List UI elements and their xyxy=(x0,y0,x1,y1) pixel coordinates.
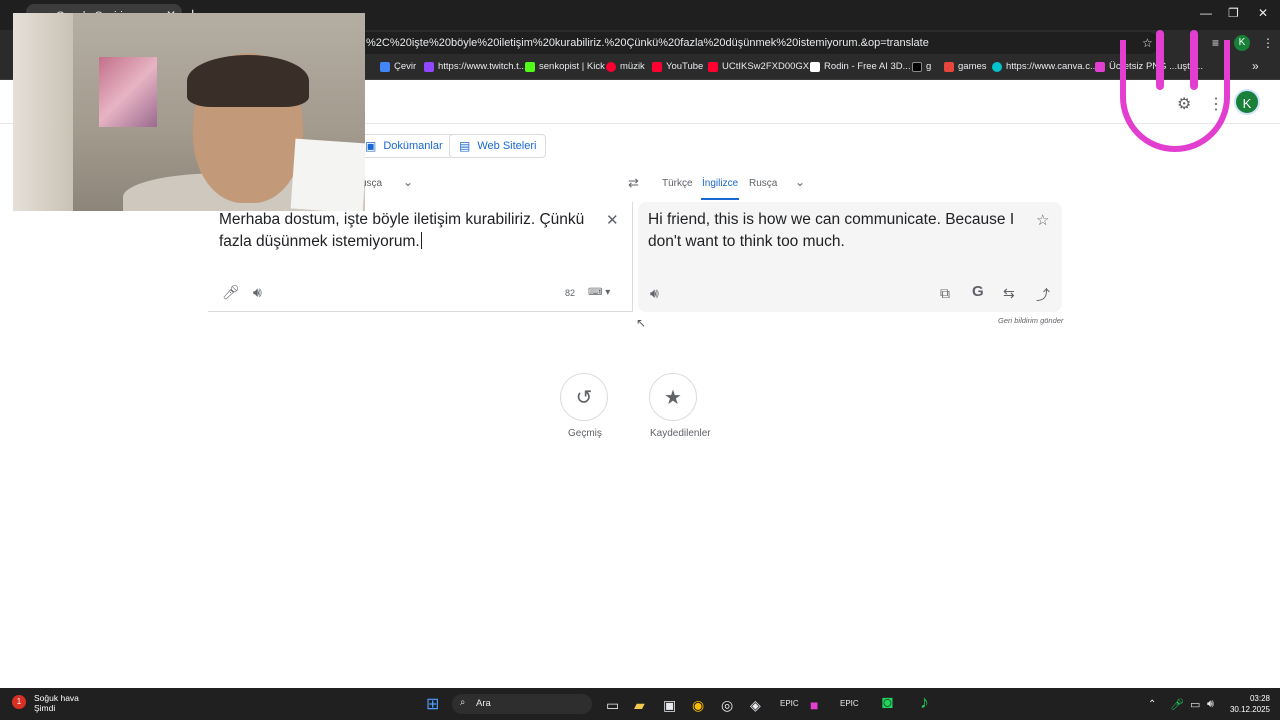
maximize-icon[interactable]: ❐ xyxy=(1228,6,1239,20)
weather-widget[interactable]: 1 Soğuk hava Şimdi xyxy=(12,693,79,713)
saved-label: Kaydedilenler xyxy=(650,428,711,439)
copy-icon[interactable]: ⧉ xyxy=(940,285,950,302)
search-icon: ⌕ xyxy=(460,697,466,708)
epic-games-icon[interactable]: EPIC xyxy=(840,699,859,708)
music-icon xyxy=(606,61,616,72)
tray-overflow-icon[interactable]: ⌃ xyxy=(1148,699,1156,710)
taskbar-clock[interactable]: 03:28 30.12.2025 xyxy=(1224,693,1270,715)
clock-time: 03:28 xyxy=(1249,694,1270,703)
webcam-painting xyxy=(99,57,157,127)
address-bar[interactable]: %2C%20işte%20böyle%20iletişim%20kurabili… xyxy=(330,32,1160,54)
kick-icon xyxy=(525,61,535,72)
microphone-icon[interactable]: 🎤︎ xyxy=(222,284,240,301)
text-cursor xyxy=(420,232,422,249)
source-text-input[interactable]: Merhaba dostum, işte böyle iletişim kura… xyxy=(219,209,589,253)
target-lang-english[interactable]: İngilizce xyxy=(702,178,738,189)
target-lang-russian[interactable]: Rusça xyxy=(749,178,777,189)
clock-date: 30.12.2025 xyxy=(1229,705,1270,714)
discord-icon[interactable]: ◎ xyxy=(721,697,733,714)
bookmark-item[interactable]: games xyxy=(944,61,987,72)
webcam-overlay xyxy=(13,13,365,211)
character-count: 82 xyxy=(565,288,576,298)
bookmark-item[interactable]: senkopist | Kick xyxy=(525,61,605,72)
windows-start-icon[interactable]: ⊞ xyxy=(426,694,439,714)
overlay-pink-arc xyxy=(1120,40,1230,152)
listen-source-icon[interactable]: 🔊︎ xyxy=(253,284,262,301)
keyboard-icon[interactable]: ⌨ ▾ xyxy=(588,287,610,298)
games-icon xyxy=(944,61,954,72)
webcam-person-hair xyxy=(187,55,309,107)
target-lang-turkish[interactable]: Türkçe xyxy=(662,178,693,189)
rate-translation-icon[interactable]: ⇆ xyxy=(1003,285,1015,302)
task-view-icon[interactable]: ▭ xyxy=(606,697,619,714)
steam-icon[interactable]: ◈ xyxy=(750,697,761,714)
epic-games-icon[interactable]: EPIC xyxy=(780,699,799,708)
browser-menu-icon[interactable]: ⋮ xyxy=(1262,36,1274,50)
save-translation-star-icon[interactable]: ☆ xyxy=(1036,211,1049,229)
document-icon: ▣ xyxy=(365,139,377,153)
source-lang-dropdown-icon[interactable]: ⌄ xyxy=(403,175,413,189)
clear-text-icon[interactable]: ✕ xyxy=(606,211,619,229)
webcam-paper xyxy=(290,138,365,211)
twitch-icon xyxy=(424,61,434,72)
bookmark-item[interactable]: müzik xyxy=(606,61,645,72)
minimize-icon[interactable]: — xyxy=(1200,6,1212,20)
weather-title: Soğuk hava xyxy=(34,693,79,703)
bookmarks-overflow-icon[interactable]: » xyxy=(1252,59,1259,73)
active-lang-indicator xyxy=(701,198,739,200)
store-icon[interactable]: ▣ xyxy=(663,697,676,714)
mouse-cursor-icon: ↖ xyxy=(636,316,647,330)
bookmark-item[interactable]: Rodin - Free AI 3D... xyxy=(810,61,911,72)
websites-button[interactable]: ▤ Web Siteleri xyxy=(449,134,547,158)
share-icon[interactable]: ⤴ xyxy=(1036,285,1050,305)
history-label: Geçmiş xyxy=(568,428,602,439)
youtube-icon xyxy=(652,61,662,72)
bookmark-item[interactable]: Çevir xyxy=(380,61,416,72)
bookmark-item[interactable]: YouTube xyxy=(652,61,703,72)
bookmark-item[interactable]: g xyxy=(912,61,931,72)
canva-icon xyxy=(992,61,1002,72)
rodin-icon xyxy=(810,61,820,72)
close-window-icon[interactable]: ✕ xyxy=(1258,6,1268,20)
documents-button[interactable]: ▣ Dokümanlar xyxy=(355,134,453,158)
bookmark-item[interactable]: UCtIKSw2FXD00GX... xyxy=(708,61,817,72)
translate-icon xyxy=(380,61,390,72)
account-avatar[interactable]: K xyxy=(1234,89,1260,115)
png-icon xyxy=(1095,61,1105,72)
chrome-icon[interactable]: ◉ xyxy=(692,697,704,714)
network-icon[interactable]: ▭ xyxy=(1190,698,1200,711)
instagram-icon: ◙ xyxy=(882,692,893,712)
send-feedback-link[interactable]: Geri bildirim gönder xyxy=(998,316,1063,325)
star-icon: ★ xyxy=(664,386,682,409)
microphone-tray-icon[interactable]: 🎤︎ xyxy=(1170,698,1184,711)
bookmark-item[interactable]: https://www.canva.c... xyxy=(992,61,1098,72)
target-lang-dropdown-icon[interactable]: ⌄ xyxy=(795,175,805,189)
taskbar-search[interactable]: ⌕ Ara xyxy=(452,694,592,714)
google-search-icon[interactable]: G xyxy=(972,283,984,300)
website-icon: ▤ xyxy=(459,139,471,153)
app-icon[interactable]: ■ xyxy=(810,697,818,713)
listen-translation-icon[interactable]: 🔊︎ xyxy=(650,285,659,302)
swap-languages-icon[interactable]: ⇄ xyxy=(628,175,639,191)
weather-subtitle: Şimdi xyxy=(34,703,56,713)
g-icon xyxy=(912,61,922,72)
tiktok-icon: ♪ xyxy=(920,692,929,712)
weather-badge: 1 xyxy=(12,695,26,709)
volume-icon[interactable]: 🔊︎ xyxy=(1207,698,1214,711)
bookmark-item[interactable]: https://www.twitch.t... xyxy=(424,61,527,72)
history-icon: ↺ xyxy=(575,386,593,409)
browser-profile-avatar[interactable]: K xyxy=(1234,35,1250,51)
youtube-icon xyxy=(708,61,718,72)
file-explorer-icon[interactable]: ▰ xyxy=(634,697,645,714)
url-text: %2C%20işte%20böyle%20iletişim%20kurabili… xyxy=(366,37,929,49)
history-button[interactable]: ↺ xyxy=(560,373,608,421)
saved-button[interactable]: ★ xyxy=(649,373,697,421)
webcam-curtain xyxy=(13,13,73,211)
translation-output: Hi friend, this is how we can communicat… xyxy=(648,211,1015,250)
